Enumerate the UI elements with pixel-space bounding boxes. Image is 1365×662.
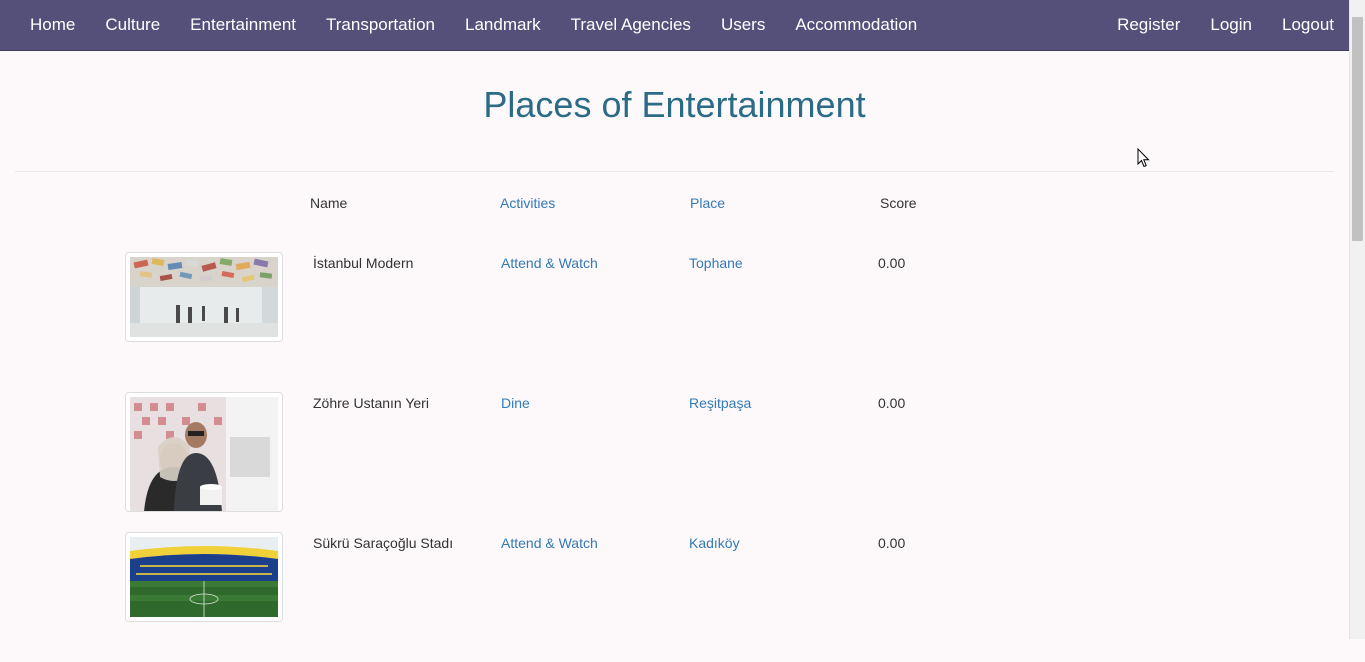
place-name: Sükrü Saraçoğlu Stadı xyxy=(313,535,454,551)
place-link[interactable]: Tophane xyxy=(689,255,743,271)
table-row: Zöhre Ustanın Yeri Dine Reşitpaşa 0.00 xyxy=(0,392,1349,522)
place-thumbnail[interactable] xyxy=(125,252,283,342)
column-header-name: Name xyxy=(310,195,348,211)
top-navbar: Home Culture Entertainment Transportatio… xyxy=(0,0,1349,51)
column-header-score: Score xyxy=(880,195,917,211)
nav-entertainment-link[interactable]: Entertainment xyxy=(175,0,311,50)
score-value: 0.00 xyxy=(878,535,906,551)
nav-users-link[interactable]: Users xyxy=(706,0,780,50)
place-name: İstanbul Modern xyxy=(313,255,414,271)
place-thumbnail[interactable] xyxy=(125,392,283,512)
stadium-photo xyxy=(130,537,278,617)
column-header-place[interactable]: Place xyxy=(690,195,725,211)
activity-link[interactable]: Attend & Watch xyxy=(501,535,598,551)
activity-link[interactable]: Attend & Watch xyxy=(501,255,598,271)
nav-culture-link[interactable]: Culture xyxy=(90,0,175,50)
nav-travel-agencies-link[interactable]: Travel Agencies xyxy=(556,0,706,50)
place-name: Zöhre Ustanın Yeri xyxy=(313,395,429,411)
vertical-scrollbar[interactable] xyxy=(1349,0,1365,639)
column-header-activities[interactable]: Activities xyxy=(500,195,555,211)
restaurant-people-photo xyxy=(130,397,278,511)
mouse-cursor-icon xyxy=(1137,148,1150,168)
nav-transportation-link[interactable]: Transportation xyxy=(311,0,450,50)
page-title: Places of Entertainment xyxy=(483,84,866,125)
place-thumbnail[interactable] xyxy=(125,532,283,622)
table-row: Sükrü Saraçoğlu Stadı Attend & Watch Kad… xyxy=(0,532,1349,662)
header-divider xyxy=(15,171,1334,172)
museum-interior-photo xyxy=(130,257,278,337)
table-row: İstanbul Modern Attend & Watch Tophane 0… xyxy=(0,252,1349,382)
activity-link[interactable]: Dine xyxy=(501,395,530,411)
place-link[interactable]: Reşitpaşa xyxy=(689,395,751,411)
place-link[interactable]: Kadıköy xyxy=(689,535,740,551)
nav-left-group: Home Culture Entertainment Transportatio… xyxy=(15,0,932,50)
nav-register-link[interactable]: Register xyxy=(1102,0,1195,50)
nav-home-link[interactable]: Home xyxy=(15,0,90,50)
nav-right-group: Register Login Logout xyxy=(1102,0,1349,50)
nav-login-link[interactable]: Login xyxy=(1195,0,1267,50)
nav-accommodation-link[interactable]: Accommodation xyxy=(780,0,932,50)
scrollbar-thumb[interactable] xyxy=(1352,17,1363,241)
nav-logout-link[interactable]: Logout xyxy=(1267,0,1349,50)
score-value: 0.00 xyxy=(878,255,906,271)
nav-landmark-link[interactable]: Landmark xyxy=(450,0,556,50)
score-value: 0.00 xyxy=(878,395,906,411)
